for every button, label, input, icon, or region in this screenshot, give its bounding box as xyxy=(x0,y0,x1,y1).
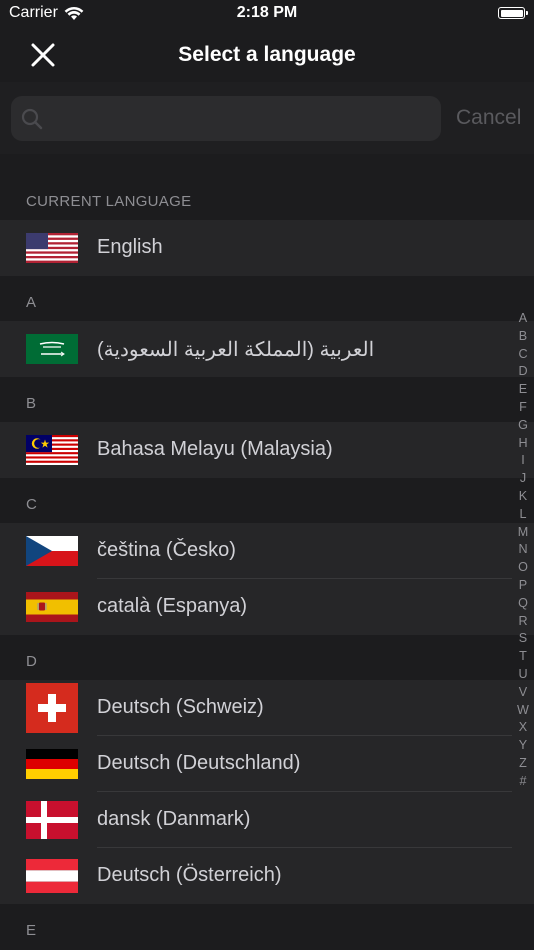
index-letter[interactable]: C xyxy=(516,346,530,364)
language-row-czech[interactable]: čeština (Česko) xyxy=(0,523,534,579)
language-row-german-germany[interactable]: Deutsch (Deutschland) xyxy=(0,736,534,792)
index-letter[interactable]: D xyxy=(516,363,530,381)
index-letter[interactable]: B xyxy=(516,328,530,346)
index-letter[interactable]: T xyxy=(516,648,530,666)
index-letter[interactable]: Q xyxy=(516,595,530,613)
index-letter[interactable]: E xyxy=(516,381,530,399)
search-field[interactable] xyxy=(11,96,441,143)
language-label: English xyxy=(97,236,163,258)
section-header-label: C xyxy=(26,496,38,513)
index-letter[interactable]: V xyxy=(516,684,530,702)
saudi-flag-icon xyxy=(26,334,78,364)
germany-flag-icon xyxy=(26,749,78,779)
index-letter[interactable]: P xyxy=(516,577,530,595)
nav-bar: Select a language xyxy=(0,30,534,82)
index-letter[interactable]: G xyxy=(516,417,530,435)
language-row-german-austria[interactable]: Deutsch (Österreich) xyxy=(0,848,534,904)
page-title: Select a language xyxy=(178,43,356,66)
index-letter[interactable]: J xyxy=(516,470,530,488)
index-letter[interactable]: N xyxy=(516,541,530,559)
index-letter[interactable]: H xyxy=(516,435,530,453)
section-header-label: E xyxy=(26,922,37,939)
index-letter[interactable]: O xyxy=(516,559,530,577)
search-icon xyxy=(21,108,43,135)
language-row-english[interactable]: English xyxy=(0,220,534,276)
language-label: Deutsch (Österreich) xyxy=(97,864,282,886)
status-bar: Carrier 2:18 PM xyxy=(0,0,534,30)
language-row-german-switzerland[interactable]: Deutsch (Schweiz) xyxy=(0,680,534,736)
index-letter[interactable]: U xyxy=(516,666,530,684)
language-label: Deutsch (Deutschland) xyxy=(97,752,301,774)
language-list: CURRENT LANGUAGE English A العربية (المم… xyxy=(0,154,534,949)
index-letter[interactable]: K xyxy=(516,488,530,506)
battery-icon xyxy=(498,7,528,19)
index-letter[interactable]: F xyxy=(516,399,530,417)
cancel-button[interactable]: Cancel xyxy=(456,106,521,130)
section-header-b: B xyxy=(0,377,534,422)
language-label: català (Espanya) xyxy=(97,595,248,617)
index-letter[interactable]: M xyxy=(516,524,530,542)
index-letter[interactable]: R xyxy=(516,613,530,631)
index-letter[interactable]: W xyxy=(516,702,530,720)
malaysia-flag-icon xyxy=(26,435,78,465)
us-flag-icon xyxy=(26,233,78,263)
section-index[interactable]: A B C D E F G H I J K L M N O P Q R S T U V W X Y Z # xyxy=(516,310,530,791)
index-letter[interactable]: S xyxy=(516,630,530,648)
czech-flag-icon xyxy=(26,536,78,566)
language-row-arabic[interactable]: العربية (المملكة العربية السعودية) xyxy=(0,321,534,377)
austria-flag-icon xyxy=(26,851,78,901)
index-letter[interactable]: Y xyxy=(516,737,530,755)
search-input[interactable] xyxy=(53,96,437,143)
language-row-catalan[interactable]: català (Espanya) xyxy=(0,579,534,635)
index-letter[interactable]: L xyxy=(516,506,530,524)
clock: 2:18 PM xyxy=(236,4,298,21)
language-row-malay[interactable]: Bahasa Melayu (Malaysia) xyxy=(0,422,534,478)
language-label: Bahasa Melayu (Malaysia) xyxy=(97,438,333,460)
section-header-label: D xyxy=(26,653,38,670)
section-header-c: C xyxy=(0,478,534,523)
search-bar: Cancel xyxy=(0,82,534,154)
section-header-d: D xyxy=(0,635,534,680)
index-letter[interactable]: I xyxy=(516,452,530,470)
language-label: dansk (Danmark) xyxy=(97,808,251,830)
spain-flag-icon xyxy=(26,592,78,622)
language-label: Deutsch (Schweiz) xyxy=(97,696,264,718)
language-row-danish[interactable]: dansk (Danmark) xyxy=(0,792,534,848)
index-letter[interactable]: # xyxy=(516,773,530,791)
section-header-label: B xyxy=(26,395,37,412)
section-header-a: A xyxy=(0,276,534,321)
language-label: العربية (المملكة العربية السعودية) xyxy=(97,339,375,361)
section-header-label: A xyxy=(26,294,37,311)
index-letter[interactable]: A xyxy=(516,310,530,328)
language-label: čeština (Česko) xyxy=(97,539,236,561)
section-header-label: CURRENT LANGUAGE xyxy=(26,193,192,210)
section-header-current: CURRENT LANGUAGE xyxy=(0,154,534,220)
swiss-flag-icon xyxy=(26,683,78,733)
index-letter[interactable]: X xyxy=(516,719,530,737)
denmark-flag-icon xyxy=(26,795,78,845)
index-letter[interactable]: Z xyxy=(516,755,530,773)
section-header-e: E xyxy=(0,904,534,949)
